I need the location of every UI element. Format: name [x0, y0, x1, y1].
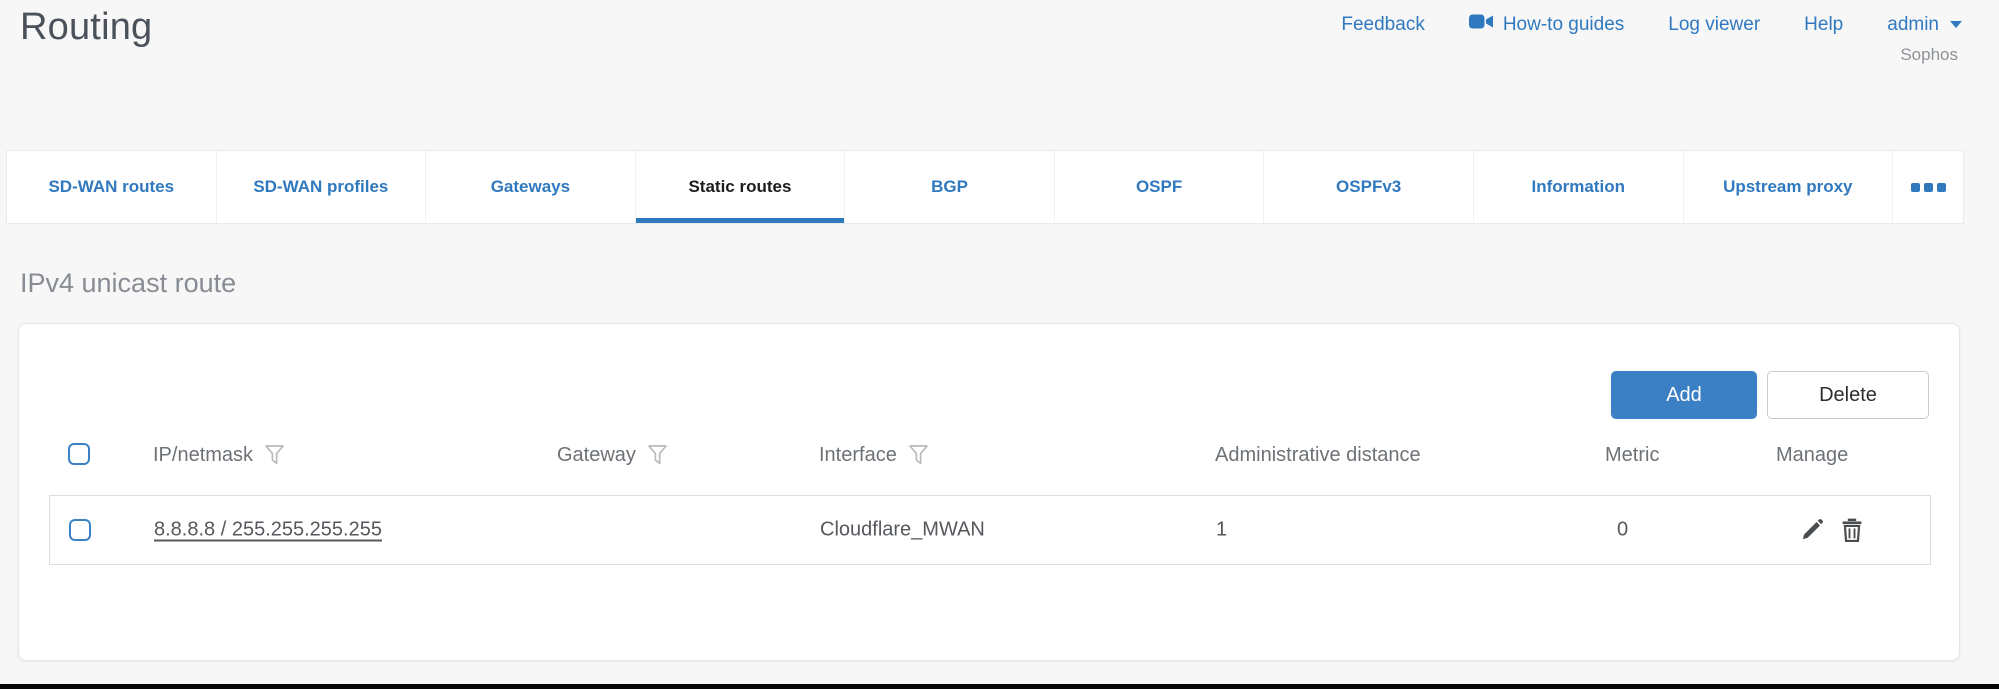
admin-label: admin	[1887, 14, 1939, 36]
trash-icon[interactable]	[1838, 516, 1866, 544]
bottom-edge-bar	[0, 684, 1999, 689]
log-viewer-link[interactable]: Log viewer	[1668, 14, 1760, 36]
log-viewer-label: Log viewer	[1668, 14, 1760, 36]
delete-button[interactable]: Delete	[1767, 371, 1929, 419]
filter-icon[interactable]	[908, 444, 929, 466]
filter-icon[interactable]	[264, 444, 285, 466]
tab-static-routes[interactable]: Static routes	[636, 151, 846, 223]
admin-distance-header-label: Administrative distance	[1215, 444, 1421, 467]
routing-page: Routing Feedback How-to guides Log viewe…	[0, 0, 1999, 689]
column-header-gateway: Gateway	[557, 438, 668, 472]
manage-header-label: Manage	[1776, 444, 1848, 467]
feedback-label: Feedback	[1341, 14, 1424, 36]
howto-guides-label: How-to guides	[1503, 14, 1624, 36]
row-checkbox[interactable]	[69, 519, 91, 541]
add-button[interactable]: Add	[1611, 371, 1757, 419]
interface-value: Cloudflare_MWAN	[820, 519, 985, 542]
ip-netmask-link[interactable]: 8.8.8.8 / 255.255.255.255	[154, 519, 382, 542]
tab-ospfv3[interactable]: OSPFv3	[1264, 151, 1474, 223]
metric-value: 0	[1617, 519, 1628, 542]
help-label: Help	[1804, 14, 1843, 36]
interface-header-label: Interface	[819, 444, 897, 467]
video-camera-icon	[1469, 13, 1494, 36]
brand-label: Sophos	[1900, 45, 1958, 65]
filter-icon[interactable]	[647, 444, 668, 466]
table-row: 8.8.8.8 / 255.255.255.255 Cloudflare_MWA…	[49, 495, 1931, 565]
section-heading: IPv4 unicast route	[20, 268, 236, 299]
admin-distance-value: 1	[1216, 519, 1227, 542]
column-header-ip-netmask: IP/netmask	[153, 438, 285, 472]
metric-header-label: Metric	[1605, 444, 1659, 467]
howto-guides-link[interactable]: How-to guides	[1469, 13, 1624, 36]
tab-upstream-proxy[interactable]: Upstream proxy	[1684, 151, 1894, 223]
tab-bgp[interactable]: BGP	[845, 151, 1055, 223]
ellipsis-icon	[1911, 183, 1920, 192]
top-navigation: Feedback How-to guides Log viewer Help a…	[1341, 13, 1962, 36]
column-header-admin-distance: Administrative distance	[1215, 438, 1421, 472]
more-tabs-button[interactable]	[1893, 151, 1963, 223]
column-header-manage: Manage	[1776, 438, 1848, 472]
tab-sd-wan-routes[interactable]: SD-WAN routes	[7, 151, 217, 223]
tab-information[interactable]: Information	[1474, 151, 1684, 223]
tab-ospf[interactable]: OSPF	[1055, 151, 1265, 223]
chevron-down-icon	[1950, 21, 1962, 28]
page-title: Routing	[20, 6, 152, 49]
feedback-link[interactable]: Feedback	[1341, 14, 1424, 36]
tab-gateways[interactable]: Gateways	[426, 151, 636, 223]
ip-netmask-header-label: IP/netmask	[153, 444, 253, 467]
select-all-checkbox[interactable]	[68, 443, 90, 465]
column-header-interface: Interface	[819, 438, 929, 472]
admin-menu[interactable]: admin	[1887, 14, 1962, 36]
routing-tabbar: SD-WAN routes SD-WAN profiles Gateways S…	[6, 150, 1964, 224]
column-header-metric: Metric	[1605, 438, 1659, 472]
help-link[interactable]: Help	[1804, 14, 1843, 36]
edit-icon[interactable]	[1798, 516, 1826, 544]
ipv4-unicast-route-panel: Add Delete IP/netmask Gateway Interface	[18, 323, 1960, 661]
gateway-header-label: Gateway	[557, 444, 636, 467]
ellipsis-icon	[1924, 183, 1933, 192]
ellipsis-icon	[1937, 183, 1946, 192]
tab-sd-wan-profiles[interactable]: SD-WAN profiles	[217, 151, 427, 223]
